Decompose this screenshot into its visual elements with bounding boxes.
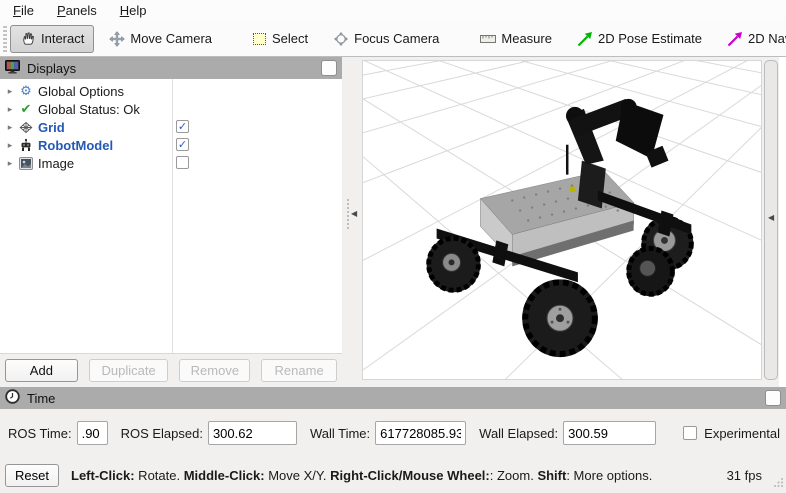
ros-time-input[interactable]	[76, 421, 108, 445]
display-row-label[interactable]: Image	[38, 156, 74, 171]
menu-bar: File Panels Help	[0, 0, 786, 21]
monitor-icon	[5, 59, 20, 77]
image-display-icon	[16, 156, 36, 170]
expand-arrow-icon[interactable]: ▸	[0, 104, 16, 115]
tool-label: Interact	[41, 31, 85, 46]
move-arrows-icon	[109, 30, 126, 47]
displays-panel-header[interactable]: Displays	[0, 57, 342, 79]
main-area: Displays ▸ ⚙ Global Options ▸ ✔ Global S…	[0, 57, 786, 387]
displays-tree: ▸ ⚙ Global Options ▸ ✔ Global Status: Ok…	[0, 79, 342, 354]
expand-arrow-icon[interactable]: ▸	[0, 158, 16, 169]
collapse-right-icon[interactable]: ◀	[768, 213, 774, 222]
display-row-global-options[interactable]: ▸ ⚙ Global Options	[0, 82, 342, 100]
experimental-checkbox[interactable]	[683, 426, 698, 440]
tool-move-camera-button[interactable]: Move Camera	[99, 25, 222, 53]
tool-label: 2D Nav Goal	[748, 31, 786, 46]
display-row-global-status[interactable]: ▸ ✔ Global Status: Ok	[0, 100, 342, 118]
tool-focus-camera-button[interactable]: Focus Camera	[323, 25, 449, 53]
ruler-icon	[480, 31, 497, 47]
display-row-label[interactable]: Grid	[38, 120, 65, 135]
splitter-handle-dots	[347, 199, 349, 229]
display-row-label[interactable]: RobotModel	[38, 138, 113, 153]
tool-label: Measure	[501, 31, 552, 46]
tool-bar: Interact Move Camera Select Focus Camera	[0, 21, 786, 57]
toolbar-drag-handle[interactable]	[3, 25, 7, 52]
ros-elapsed-input[interactable]	[207, 421, 297, 445]
green-arrow-icon	[577, 31, 593, 47]
displays-button-row: Add Duplicate Remove Rename	[0, 354, 342, 387]
time-fields-row: ROS Time: ROS Elapsed: Wall Time: Wall E…	[0, 409, 786, 457]
status-bar: Reset Left-Click: Rotate. Middle-Click: …	[0, 457, 786, 493]
expand-arrow-icon[interactable]: ▸	[0, 86, 16, 97]
robotmodel-enabled-checkbox[interactable]: ✓	[176, 138, 189, 151]
display-row-label[interactable]: Global Status: Ok	[38, 102, 140, 117]
collapse-left-icon[interactable]: ◀	[351, 209, 357, 218]
rename-button[interactable]: Rename	[261, 359, 337, 382]
left-panel-splitter[interactable]: ◀	[342, 57, 362, 387]
clock-icon	[5, 389, 20, 407]
time-panel-header[interactable]: Time	[0, 387, 786, 409]
duplicate-button[interactable]: Duplicate	[88, 359, 169, 382]
tool-label: 2D Pose Estimate	[597, 31, 703, 46]
tool-2d-pose-estimate-button[interactable]: 2D Pose Estimate	[567, 25, 712, 53]
crosshair-icon	[333, 31, 349, 47]
tool-label: Select	[272, 31, 309, 46]
right-margin	[779, 57, 786, 387]
displays-panel-title: Displays	[27, 60, 77, 76]
display-row-robotmodel[interactable]: ▸ RobotModel ✓	[0, 136, 342, 154]
display-row-image[interactable]: ▸ Image	[0, 154, 342, 172]
time-panel-title: Time	[27, 390, 56, 406]
display-row-grid[interactable]: ▸ Grid ✓	[0, 118, 342, 136]
menu-help[interactable]: Help	[117, 2, 150, 19]
tool-label: Focus Camera	[354, 31, 440, 46]
tool-label: Move Camera	[130, 31, 212, 46]
gear-icon: ⚙	[20, 83, 32, 98]
menu-file[interactable]: File	[10, 2, 37, 19]
displays-panel: Displays ▸ ⚙ Global Options ▸ ✔ Global S…	[0, 57, 342, 387]
reset-button[interactable]: Reset	[5, 463, 59, 487]
wall-time-input[interactable]	[375, 421, 467, 445]
mouse-help-text: Left-Click: Rotate. Middle-Click: Move X…	[71, 467, 653, 483]
menu-panels[interactable]: Panels	[54, 2, 100, 19]
add-button[interactable]: Add	[5, 359, 78, 382]
wall-time-label: Wall Time:	[309, 425, 371, 441]
grid-display-icon	[16, 121, 36, 134]
fps-counter: 31 fps	[726, 467, 762, 483]
magenta-arrow-icon	[727, 31, 743, 47]
wall-elapsed-input[interactable]	[563, 421, 657, 445]
panel-float-button[interactable]	[321, 60, 337, 76]
panel-float-button[interactable]	[765, 390, 781, 406]
expand-arrow-icon[interactable]: ▸	[0, 140, 16, 151]
status-check-icon: ✔	[20, 101, 32, 116]
experimental-label: Experimental	[704, 425, 781, 441]
display-row-label[interactable]: Global Options	[38, 84, 124, 99]
ros-elapsed-label: ROS Elapsed:	[120, 425, 203, 441]
wall-elapsed-label: Wall Elapsed:	[479, 425, 559, 441]
hand-cursor-icon	[20, 31, 36, 47]
tool-select-button[interactable]: Select	[241, 25, 318, 53]
remove-button[interactable]: Remove	[179, 359, 251, 382]
selection-box-icon	[251, 31, 267, 47]
tool-interact-button[interactable]: Interact	[10, 24, 95, 53]
tool-2d-nav-goal-button[interactable]: 2D Nav Goal	[717, 25, 786, 53]
3d-viewport[interactable]	[362, 60, 762, 380]
rover-render	[363, 61, 761, 379]
window-resize-grip[interactable]	[773, 476, 784, 491]
right-panel-splitter[interactable]: ◀	[764, 60, 778, 380]
grid-enabled-checkbox[interactable]: ✓	[176, 120, 189, 133]
ros-time-label: ROS Time:	[8, 425, 72, 441]
image-enabled-checkbox[interactable]	[176, 156, 189, 169]
expand-arrow-icon[interactable]: ▸	[0, 122, 16, 133]
robot-icon	[16, 138, 36, 152]
tool-measure-button[interactable]: Measure	[470, 25, 562, 53]
